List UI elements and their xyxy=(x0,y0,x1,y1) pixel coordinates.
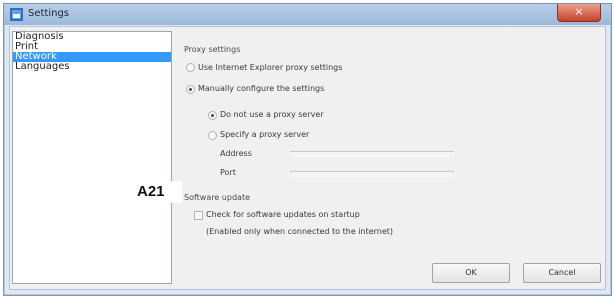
address-input[interactable] xyxy=(290,151,454,159)
address-label: Address xyxy=(220,149,252,158)
no-proxy-radio[interactable] xyxy=(208,111,217,120)
check-updates-note: (Enabled only when connected to the inte… xyxy=(206,227,394,236)
dialog-client-area: Diagnosis Print Network Languages Proxy … xyxy=(9,26,606,290)
cancel-button-label: Cancel xyxy=(548,268,576,277)
proxy-settings-heading: Proxy settings xyxy=(184,45,241,54)
software-update-heading: Software update xyxy=(184,193,250,202)
network-settings-panel: Proxy settings Use Internet Explorer pro… xyxy=(178,27,602,289)
use-ie-proxy-radio[interactable] xyxy=(186,63,195,72)
close-button[interactable]: × xyxy=(557,4,601,22)
sidebar-item-label: Languages xyxy=(15,61,70,72)
check-updates-label[interactable]: Check for software updates on startup xyxy=(206,210,360,219)
cancel-button[interactable]: Cancel xyxy=(523,263,601,283)
no-proxy-label[interactable]: Do not use a proxy server xyxy=(220,110,324,119)
ok-button[interactable]: OK xyxy=(432,263,510,283)
category-list[interactable]: Diagnosis Print Network Languages xyxy=(12,31,172,284)
close-icon: × xyxy=(574,5,584,18)
port-input[interactable] xyxy=(290,171,454,179)
specify-proxy-label[interactable]: Specify a proxy server xyxy=(220,130,309,139)
settings-app-icon xyxy=(10,8,23,21)
ok-button-label: OK xyxy=(465,268,477,277)
check-updates-checkbox[interactable] xyxy=(194,211,203,220)
specify-proxy-radio[interactable] xyxy=(208,131,217,140)
manual-config-radio[interactable] xyxy=(186,85,195,94)
window-title: Settings xyxy=(28,8,70,19)
use-ie-proxy-label[interactable]: Use Internet Explorer proxy settings xyxy=(198,63,342,72)
manual-config-label[interactable]: Manually configure the settings xyxy=(198,84,324,93)
title-bar[interactable]: Settings × xyxy=(4,4,611,25)
sidebar-item-languages[interactable]: Languages xyxy=(13,62,171,72)
port-label: Port xyxy=(220,168,236,177)
settings-window: Settings × Diagnosis Print Network Langu… xyxy=(3,3,612,296)
callout-label: A21 xyxy=(130,181,182,203)
